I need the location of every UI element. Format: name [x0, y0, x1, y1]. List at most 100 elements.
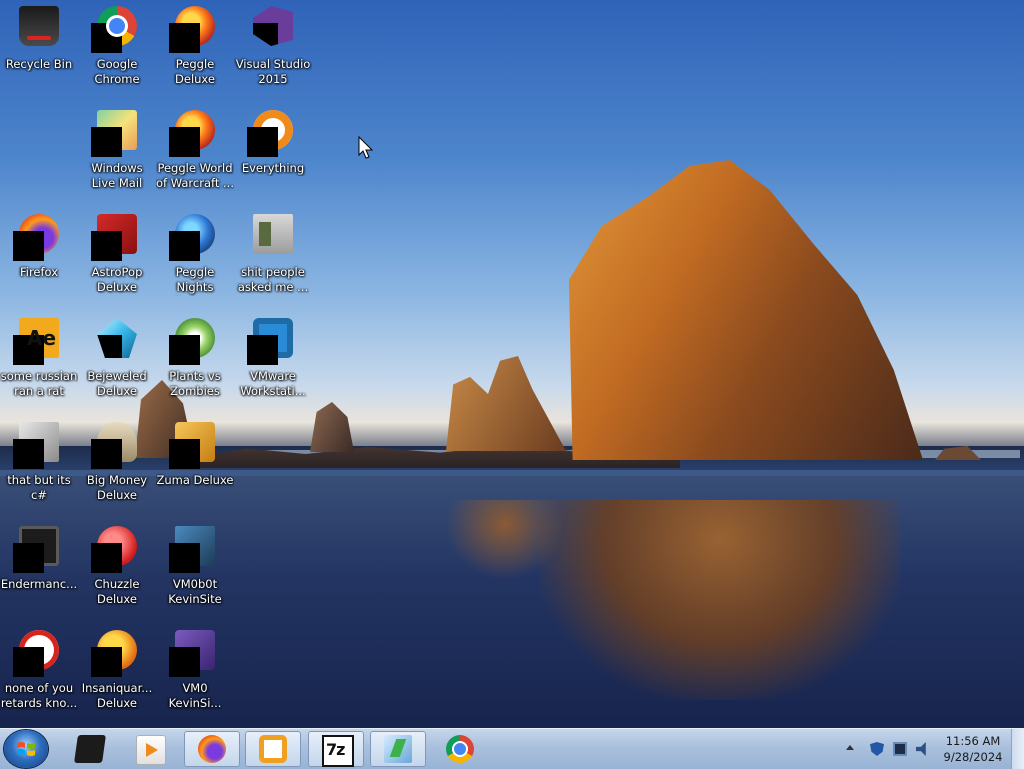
redaction-box	[97, 335, 122, 358]
desktop-icon-visual-studio[interactable]: Visual Studio 2015	[234, 0, 312, 100]
desktop-icon-peggle-deluxe[interactable]: Peggle Deluxe	[156, 0, 234, 100]
desktop-icon-everything[interactable]: Everything	[234, 104, 312, 204]
redaction-box	[169, 543, 200, 573]
icon-label: AstroPop Deluxe	[91, 265, 143, 294]
desktop-icon-vmware[interactable]: VMware Workstati...	[234, 312, 312, 412]
visual-studio-icon	[253, 6, 293, 46]
7zip-icon: 7z	[322, 735, 354, 767]
desktop-icon-that-but-csharp[interactable]: that but its c#	[0, 416, 78, 516]
start-button[interactable]	[4, 730, 48, 768]
desktop-icon-big-money[interactable]: Big Money Deluxe	[78, 416, 156, 516]
icon-label: shit people asked me ...	[237, 265, 309, 294]
desktop-icon-chuzzle[interactable]: Chuzzle Deluxe	[78, 520, 156, 620]
desktop-icon-shit-people[interactable]: shit people asked me ...	[234, 208, 312, 308]
chuzzle-icon	[91, 526, 137, 573]
redaction-box	[91, 127, 122, 157]
redaction-box	[247, 335, 278, 365]
icon-label: some russian ran a rat	[0, 369, 78, 398]
green-app-icon	[384, 735, 412, 763]
icon-label: Visual Studio 2015	[235, 57, 311, 86]
desktop-icon-peggle-wow[interactable]: Peggle World of Warcraft ...	[156, 104, 234, 204]
desktop-icon-peggle-nights[interactable]: Peggle Nights Deluxe	[156, 208, 234, 308]
desktop-icon-insaniquarium[interactable]: Insaniquar... Deluxe	[78, 624, 156, 724]
7zip-label: 7z	[326, 740, 345, 759]
windows-start-icon	[17, 742, 35, 756]
redaction-box	[169, 647, 200, 677]
icon-label: Recycle Bin	[5, 57, 73, 71]
everything-search-icon	[247, 110, 293, 157]
show-desktop-button[interactable]	[1011, 729, 1024, 769]
taskbar-button-firefox[interactable]	[184, 731, 240, 767]
redaction-box	[91, 231, 122, 261]
rock-reflection-small	[445, 500, 565, 580]
icon-label: Peggle World of Warcraft ...	[156, 161, 234, 190]
vmware-icon	[247, 318, 293, 365]
peggle-icon	[169, 110, 215, 157]
mouse-cursor	[358, 136, 374, 159]
desktop-icon-windows-live-mail[interactable]: Windows Live Mail	[78, 104, 156, 204]
sea-stack-small	[310, 402, 354, 452]
redaction-box	[91, 647, 122, 677]
desktop-icon-some-russian[interactable]: some russian ran a rat	[0, 312, 78, 412]
redaction-box	[169, 335, 200, 365]
terminal-icon	[13, 526, 59, 573]
desktop-icon-google-chrome[interactable]: Google Chrome	[78, 0, 156, 100]
taskbar: 7z 11:56 AM 9/28/2024	[0, 728, 1024, 769]
red-circle-icon	[13, 630, 59, 677]
monitor-icon[interactable]	[893, 742, 907, 756]
desktop-icon-none-of-you[interactable]: none of you retards kno...	[0, 624, 78, 724]
redaction-box	[247, 127, 278, 157]
desktop-icon-plants-vs-zombies[interactable]: Plants vs Zombies	[156, 312, 234, 412]
mail-icon	[91, 110, 137, 157]
taskbar-button-green-app[interactable]	[370, 731, 426, 767]
icon-label: none of you retards kno...	[0, 681, 78, 710]
redaction-box	[13, 543, 44, 573]
icon-label: Windows Live Mail	[91, 161, 143, 190]
redaction-box	[13, 647, 44, 677]
sea-stack-needles	[446, 356, 566, 451]
redaction-box	[169, 23, 200, 53]
desktop-icon-vm0b0t[interactable]: VM0b0t KevinSite	[156, 520, 234, 620]
desktop-icon-zuma[interactable]: Zuma Deluxe	[156, 416, 234, 516]
shield-icon[interactable]	[870, 742, 884, 756]
icon-label: Zuma Deluxe	[156, 473, 234, 487]
redaction-box	[169, 127, 200, 157]
astropop-icon	[91, 214, 137, 261]
desktop-icon-endermanc[interactable]: Endermanc...	[0, 520, 78, 620]
system-clock[interactable]: 11:56 AM 9/28/2024	[940, 733, 1006, 765]
chrome-icon	[446, 735, 474, 763]
icon-label: Insaniquar... Deluxe	[81, 681, 153, 710]
icon-label: Bejeweled Deluxe	[87, 369, 147, 398]
taskbar-button-media-player[interactable]	[122, 731, 178, 767]
redaction-box	[253, 23, 278, 46]
redaction-box	[91, 543, 122, 573]
haystack-rock	[568, 160, 923, 460]
taskbar-button-vmware[interactable]	[245, 731, 301, 767]
plants-vs-zombies-icon	[169, 318, 215, 365]
redaction-box	[169, 231, 200, 261]
peggle-icon	[169, 6, 215, 53]
speaker-icon[interactable]	[916, 742, 926, 756]
insaniquarium-icon	[91, 630, 137, 677]
icon-label: Firefox	[19, 265, 59, 279]
bejeweled-icon	[97, 318, 137, 358]
show-hidden-icon[interactable]	[846, 745, 854, 750]
desktop-icon-recycle-bin[interactable]: Recycle Bin	[0, 0, 78, 100]
desktop-icon-astropop[interactable]: AstroPop Deluxe	[78, 208, 156, 308]
media-player-icon	[136, 735, 166, 765]
chrome-icon	[91, 6, 137, 53]
redaction-box	[169, 439, 200, 469]
taskbar-button-7zip[interactable]: 7z	[308, 731, 364, 767]
icon-label: VMware Workstati...	[240, 369, 306, 398]
firefox-icon	[198, 735, 226, 763]
rock-reflection	[540, 500, 900, 700]
redaction-box	[91, 439, 122, 469]
icon-label: VM0b0t KevinSite	[168, 577, 222, 606]
desktop-icon-bejeweled[interactable]: Bejeweled Deluxe	[78, 312, 156, 412]
desktop-icon-vm0-kevinsi[interactable]: VM0 KevinSi...	[156, 624, 234, 724]
taskbar-button-terminal[interactable]	[62, 731, 118, 767]
clock-time: 11:56 AM	[945, 734, 1001, 748]
desktop-icon-firefox[interactable]: Firefox	[0, 208, 78, 308]
icon-label: that but its c#	[7, 473, 71, 502]
taskbar-button-chrome[interactable]	[432, 731, 488, 767]
